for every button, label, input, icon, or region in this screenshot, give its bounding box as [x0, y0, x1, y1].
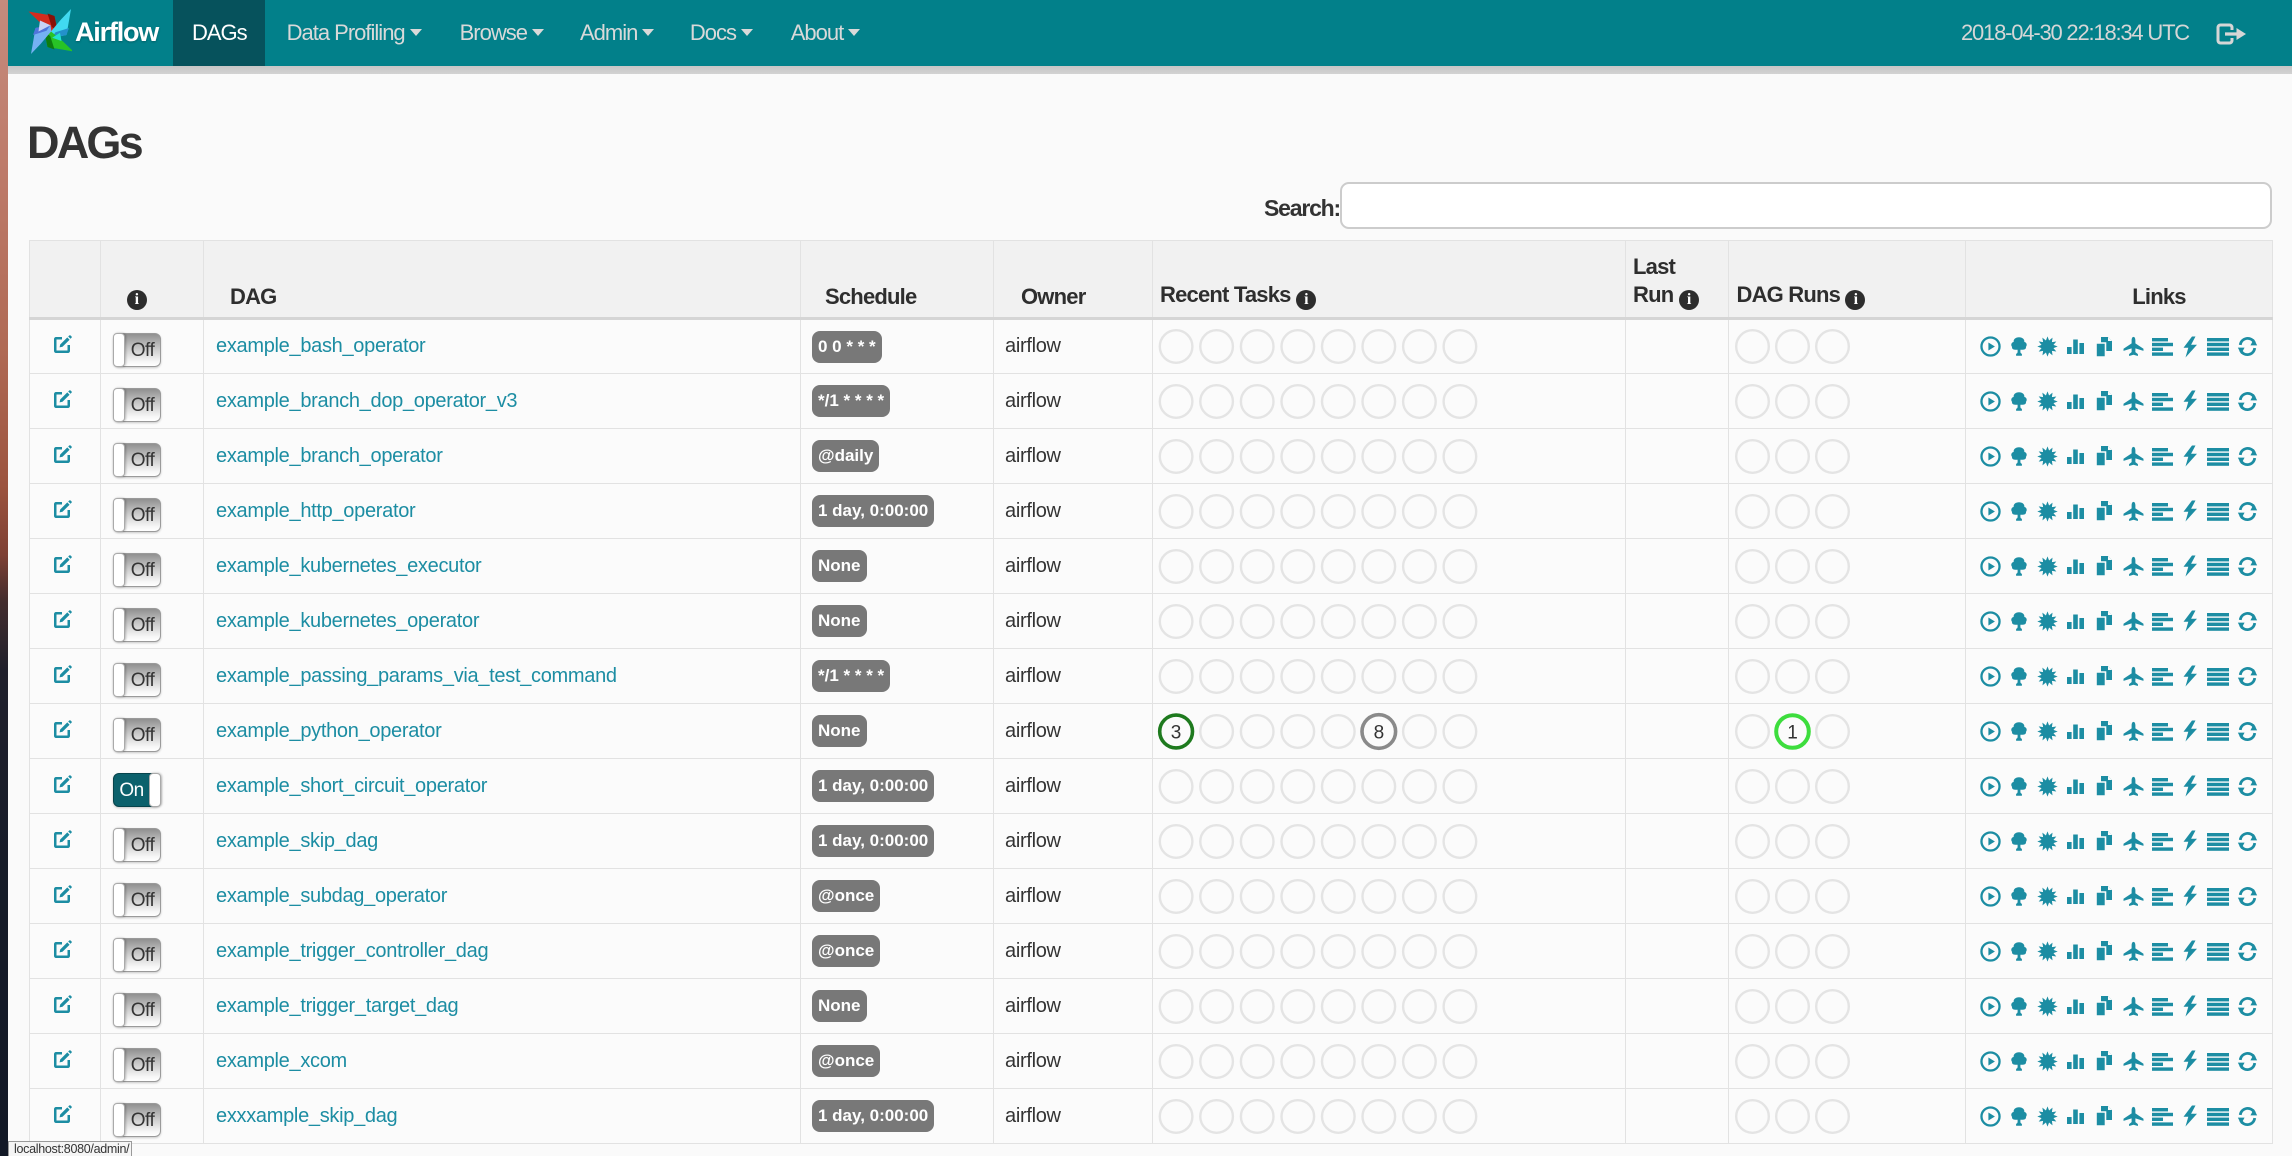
svg-text:8: 8 — [1374, 722, 1385, 743]
svg-text:3: 3 — [1171, 722, 1182, 743]
svg-text:1: 1 — [1787, 722, 1798, 743]
